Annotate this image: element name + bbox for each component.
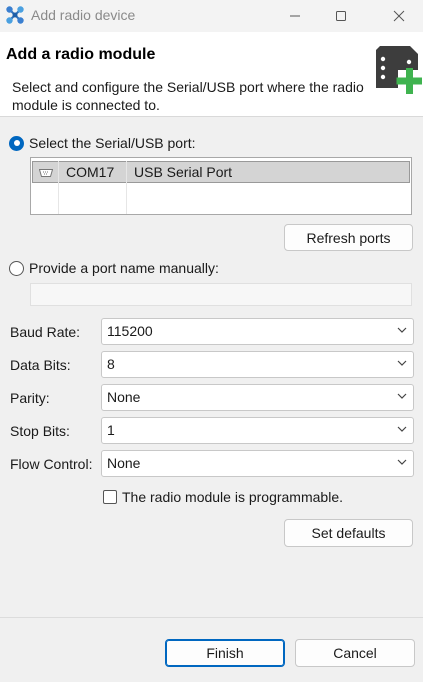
minimize-icon [290,15,300,17]
serial-port-icon [39,169,53,177]
chevron-down-icon [397,327,407,333]
flow-control-label: Flow Control: [10,456,93,472]
parity-select[interactable]: None [101,384,414,411]
network-nodes-icon [6,6,24,24]
maximize-icon [336,11,346,21]
stop-bits-select[interactable]: 1 [101,417,414,444]
flow-control-value: None [107,455,141,471]
select-port-label: Select the Serial/USB port: [29,135,196,151]
flow-control-select[interactable]: None [101,450,414,477]
baud-rate-select[interactable]: 115200 [101,318,414,345]
window-title: Add radio device [31,7,136,23]
page-description: Select and configure the Serial/USB port… [12,79,364,113]
programmable-checkbox[interactable] [103,490,117,504]
chevron-down-icon [397,426,407,432]
set-defaults-button[interactable]: Set defaults [284,519,413,547]
data-bits-label: Data Bits: [10,357,71,373]
chevron-down-icon [397,459,407,465]
parity-label: Parity: [10,390,50,406]
baud-rate-label: Baud Rate: [10,324,81,340]
cancel-button[interactable]: Cancel [295,639,415,667]
maximize-button[interactable] [318,0,364,32]
stop-bits-value: 1 [107,422,115,438]
close-button[interactable] [376,0,422,32]
data-bits-value: 8 [107,356,115,372]
chevron-down-icon [397,393,407,399]
manual-port-radio-row[interactable]: Provide a port name manually: [9,260,219,276]
manual-port-input[interactable] [30,283,412,306]
port-list[interactable]: COM17 USB Serial Port [30,157,412,215]
data-bits-select[interactable]: 8 [101,351,414,378]
port-row[interactable]: COM17 USB Serial Port [32,161,410,183]
select-port-radio-row[interactable]: Select the Serial/USB port: [9,135,196,151]
programmable-label[interactable]: The radio module is programmable. [122,489,343,505]
radio-module-add-icon [376,46,422,94]
wizard-header: Add a radio module Select and configure … [0,32,423,117]
select-port-radio[interactable] [9,135,24,151]
parity-value: None [107,389,141,405]
baud-rate-value: 115200 [107,323,153,339]
port-name: COM17 [66,164,115,180]
title-bar: Add radio device [0,0,423,32]
minimize-button[interactable] [272,0,318,32]
page-title: Add a radio module [6,46,156,63]
manual-port-radio[interactable] [9,260,24,276]
manual-port-label: Provide a port name manually: [29,260,219,276]
column-divider [58,161,59,214]
chevron-down-icon [397,360,407,366]
column-divider [126,161,127,214]
close-icon [393,10,405,22]
stop-bits-label: Stop Bits: [10,423,70,439]
port-description: USB Serial Port [134,164,233,180]
finish-button[interactable]: Finish [165,639,285,667]
footer-divider [0,617,423,618]
refresh-ports-button[interactable]: Refresh ports [284,224,413,251]
